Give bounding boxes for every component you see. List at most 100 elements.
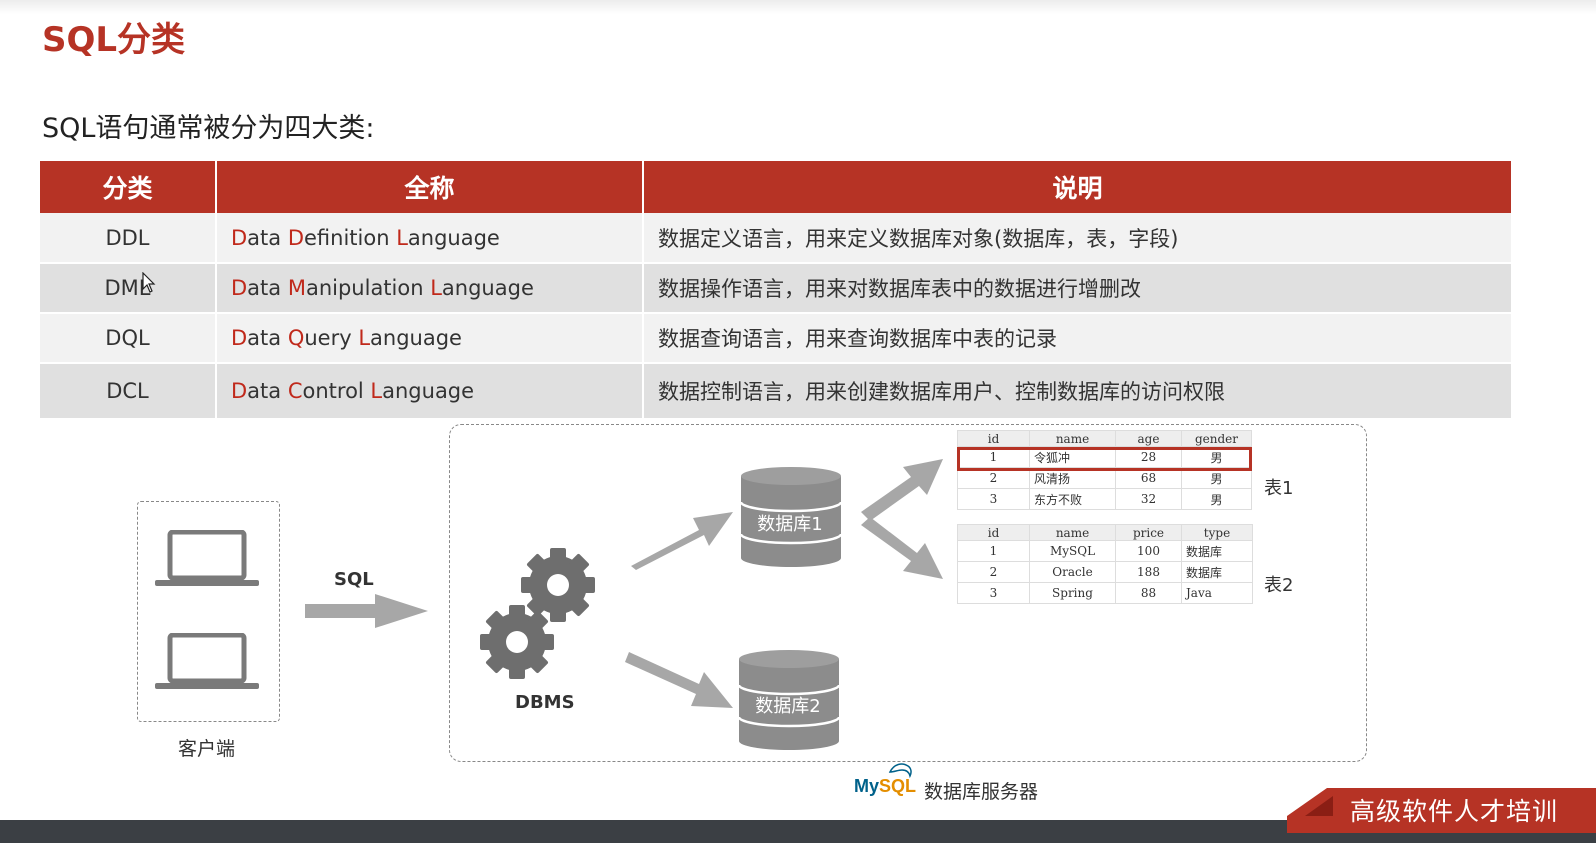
word-rest: ata — [247, 276, 288, 300]
table1-label: 表1 — [1264, 478, 1294, 499]
sql-architecture-diagram: 客户端 SQL DBMS 数据库1 数据库2 id name age gende… — [0, 420, 1596, 843]
table-row: 1 MySQL 100 数据库 — [957, 540, 1253, 562]
cell: 数据库 — [1181, 561, 1253, 583]
cell: Spring — [1029, 582, 1116, 604]
hl-letter: D — [231, 379, 248, 403]
header-category: 分类 — [40, 161, 217, 213]
subtitle: SQL语句通常被分为四大类: — [42, 113, 375, 144]
banner-text: 高级软件人才培训 — [1350, 797, 1559, 826]
cell: 1 — [957, 540, 1030, 562]
sql-arrow-icon — [305, 594, 428, 628]
t2-col-type: type — [1181, 524, 1253, 541]
table2-label: 表2 — [1264, 575, 1294, 596]
hl-letter: L — [370, 379, 383, 403]
sql-category-table: 分类 全称 说明 DDL Data Definition Language 数据… — [40, 161, 1511, 420]
hl-letter: M — [287, 276, 306, 300]
t1-col-gender: gender — [1181, 430, 1252, 447]
cell: 3 — [957, 488, 1030, 510]
row-abbr: DML — [40, 263, 217, 314]
cell: 188 — [1115, 561, 1182, 583]
cell: MySQL — [1029, 540, 1116, 562]
table-row: DML Data Manipulation Language 数据操作语言，用来… — [40, 263, 1511, 314]
word-rest: efinition — [304, 225, 397, 250]
t2-col-price: price — [1115, 524, 1182, 541]
row-description: 数据操作语言，用来对数据库表中的数据进行增删改 — [643, 263, 1511, 314]
mysql-logo-my: My — [854, 776, 880, 796]
laptop-icon — [155, 530, 259, 586]
hl-letter: L — [430, 276, 442, 300]
hl-letter: L — [358, 326, 371, 350]
database1-label: 数据库1 — [757, 514, 823, 535]
arrow-to-table2-icon — [861, 517, 943, 579]
mysql-logo: MySQL — [854, 763, 916, 797]
word-rest: uery — [304, 326, 359, 350]
header-fullname: 全称 — [216, 161, 644, 213]
gears-icon — [480, 548, 595, 679]
cell: Java — [1181, 582, 1253, 604]
word-rest: anipulation — [305, 276, 431, 300]
hl-letter: D — [231, 225, 248, 250]
t2-col-name: name — [1029, 524, 1116, 541]
arrow-to-db1-icon — [631, 512, 733, 570]
t1-col-age: age — [1115, 430, 1182, 447]
highlight-row-box — [957, 447, 1252, 471]
cell: 88 — [1115, 582, 1182, 604]
row-fullname: Data Manipulation Language — [216, 263, 644, 314]
row-fullname: Data Control Language — [216, 363, 644, 420]
arrow-to-table1-icon — [861, 459, 943, 521]
table-row: DQL Data Query Language 数据查询语言，用来查询数据库中表… — [40, 313, 1511, 364]
row-fullname: Data Query Language — [216, 313, 644, 364]
row-abbr: DCL — [40, 363, 217, 420]
t1-col-name: name — [1029, 430, 1116, 447]
page-title: SQL分类 — [42, 20, 186, 60]
t1-col-id: id — [957, 430, 1030, 447]
table2-header: id name price type — [957, 524, 1253, 541]
row-description: 数据查询语言，用来查询数据库中表的记录 — [643, 313, 1511, 364]
cell: 3 — [957, 582, 1030, 604]
table-row: DDL Data Definition Language 数据定义语言，用来定义… — [40, 213, 1511, 264]
mouse-cursor-icon — [142, 272, 156, 293]
client-box — [137, 501, 280, 722]
hl-letter: C — [287, 379, 303, 403]
hl-letter: D — [231, 326, 248, 350]
table1-header: id name age gender — [957, 430, 1252, 447]
dolphin-icon — [888, 763, 912, 779]
arrow-to-db2-icon — [625, 652, 733, 708]
row-abbr: DDL — [40, 213, 217, 264]
table-row: 2 Oracle 188 数据库 — [957, 561, 1253, 583]
hl-letter: Q — [287, 326, 305, 350]
word-rest: ata — [247, 326, 288, 350]
cell: 男 — [1181, 488, 1252, 510]
header-description: 说明 — [643, 161, 1511, 213]
row-description: 数据控制语言，用来创建数据库用户、控制数据库的访问权限 — [643, 363, 1511, 420]
cell: 32 — [1115, 488, 1182, 510]
row-description: 数据定义语言，用来定义数据库对象(数据库，表，字段) — [643, 213, 1511, 264]
row-abbr: DQL — [40, 313, 217, 364]
cell: Oracle — [1029, 561, 1116, 583]
word-rest: ata — [247, 379, 288, 403]
sql-label: SQL — [334, 569, 374, 590]
word-rest: anguage — [441, 276, 534, 300]
hl-letter: D — [231, 276, 248, 300]
laptop-icon — [155, 633, 259, 689]
word-rest: ontrol — [302, 379, 371, 403]
cell: 2 — [957, 561, 1030, 583]
table-row: 3 Spring 88 Java — [957, 582, 1253, 604]
database2-label: 数据库2 — [755, 696, 821, 717]
word-rest: ata — [247, 225, 288, 250]
word-rest: anguage — [407, 225, 500, 250]
server-label: 数据库服务器 — [924, 781, 1039, 803]
table-header-row: 分类 全称 说明 — [40, 161, 1511, 213]
t2-col-id: id — [957, 524, 1030, 541]
cell: 东方不败 — [1029, 488, 1116, 510]
row-fullname: Data Definition Language — [216, 213, 644, 264]
word-rest: anguage — [382, 379, 475, 403]
top-strip — [0, 0, 1596, 14]
word-rest: anguage — [370, 326, 462, 350]
hl-letter: L — [396, 225, 408, 250]
client-label: 客户端 — [178, 738, 236, 760]
hl-letter: D — [287, 225, 304, 250]
cell: 数据库 — [1181, 540, 1253, 562]
cell: 100 — [1115, 540, 1182, 562]
table-row: DCL Data Control Language 数据控制语言，用来创建数据库… — [40, 363, 1511, 420]
